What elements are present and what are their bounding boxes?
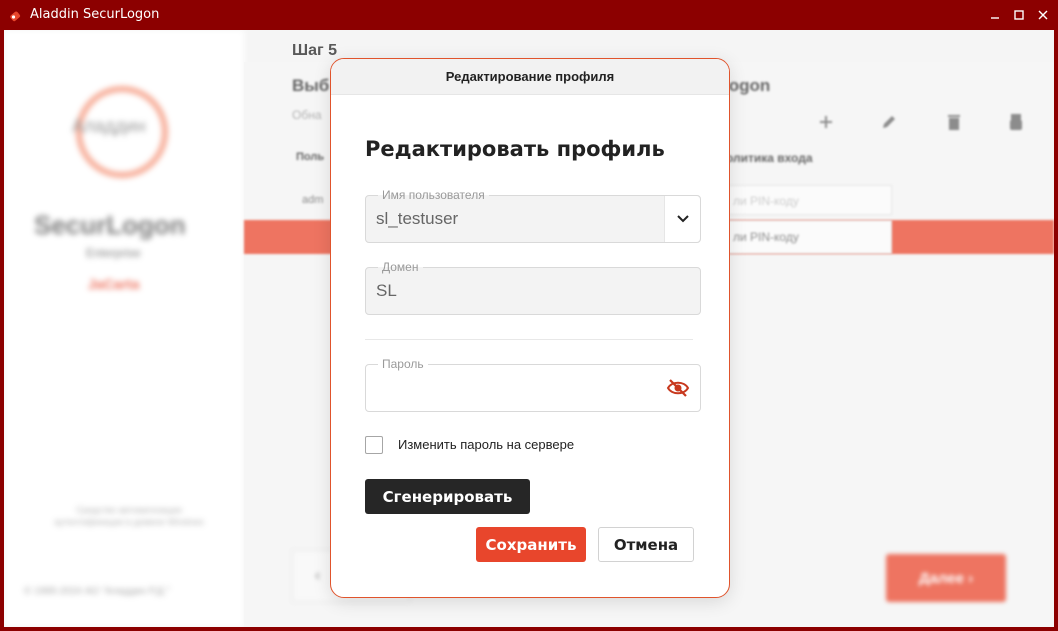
key-icon xyxy=(8,7,24,23)
change-password-checkbox[interactable] xyxy=(365,436,383,454)
domain-label: Домен xyxy=(378,260,423,274)
app-window: Aladdin SecurLogon Аладдин SecurLogon En… xyxy=(0,0,1058,631)
username-value: sl_testuser xyxy=(376,209,459,228)
dialog-header: Редактирование профиля xyxy=(331,59,729,95)
domain-field[interactable]: Домен SL xyxy=(365,260,701,315)
password-label: Пароль xyxy=(378,357,428,371)
username-select[interactable]: Имя пользователя sl_testuser xyxy=(365,188,701,243)
divider xyxy=(365,339,693,340)
generate-button[interactable]: Сгенерировать xyxy=(365,479,530,514)
cancel-button[interactable]: Отмена xyxy=(598,527,694,562)
password-field[interactable]: Пароль xyxy=(365,357,701,412)
eye-off-icon[interactable] xyxy=(666,377,690,399)
title-bar[interactable]: Aladdin SecurLogon xyxy=(0,0,1058,30)
close-icon[interactable] xyxy=(1034,6,1052,24)
window-title: Aladdin SecurLogon xyxy=(30,7,160,22)
client-area: Аладдин SecurLogon Enterprise JaCarta Ср… xyxy=(4,30,1054,627)
chevron-down-icon[interactable] xyxy=(664,196,700,242)
maximize-icon[interactable] xyxy=(1010,6,1028,24)
edit-profile-dialog: Редактирование профиля Редактировать про… xyxy=(330,58,730,598)
dialog-title: Редактировать профиль xyxy=(365,137,665,161)
domain-value: SL xyxy=(376,281,397,300)
minimize-icon[interactable] xyxy=(986,6,1004,24)
save-button[interactable]: Сохранить xyxy=(476,527,586,562)
change-password-label[interactable]: Изменить пароль на сервере xyxy=(398,437,574,452)
username-label: Имя пользователя xyxy=(378,188,489,202)
